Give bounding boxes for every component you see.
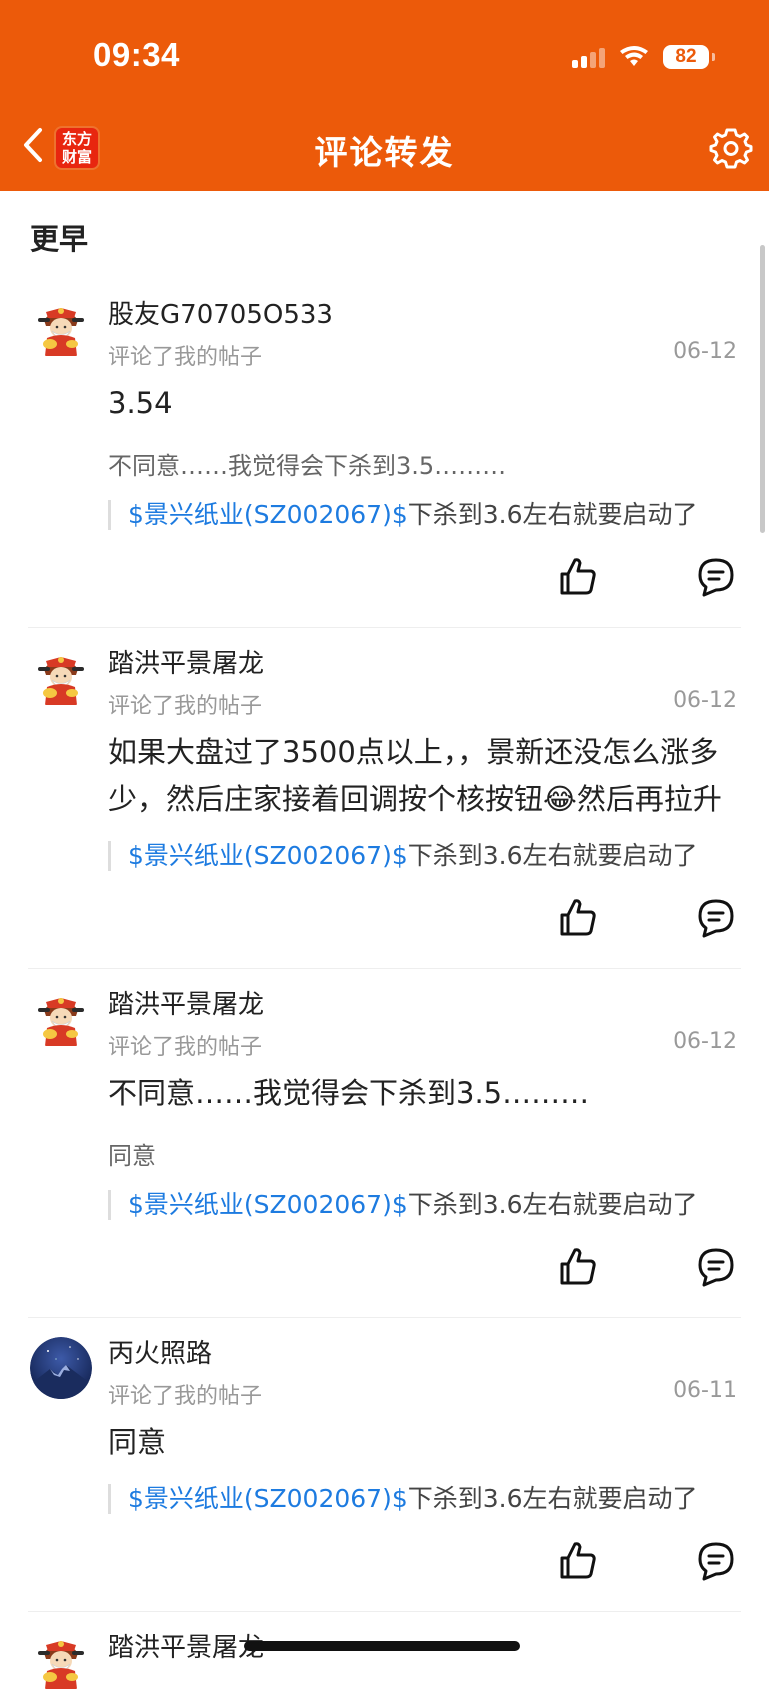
divider [28,968,741,969]
fortune-god-icon[interactable] [30,298,92,360]
reply-button[interactable] [694,555,738,599]
commenter-name[interactable]: 踏洪平景屠龙 [108,1627,264,1664]
settings-button[interactable] [709,126,753,170]
comment-action: 评论了我的帖子 [108,1384,263,1409]
comment-bubble-icon [698,558,734,597]
comment-content[interactable]: 同意 [108,1419,737,1466]
like-button[interactable] [556,1539,600,1583]
mountain-night-icon[interactable] [30,1337,92,1399]
scrollbar[interactable] [760,245,765,533]
comment-date: 06-11 [673,1378,737,1403]
divider [28,1611,741,1612]
commenter-name[interactable]: 踏洪平景屠龙 [108,984,264,1021]
status-icons: 82 [572,40,715,74]
comment-action: 评论了我的帖子 [108,1035,263,1060]
divider [28,627,741,628]
stock-link[interactable]: $景兴纸业(SZ002067)$ [128,500,408,529]
app-header: 09:34 82 东方 财富 评论转发 [0,0,769,191]
home-indicator[interactable] [244,1641,520,1651]
thumbs-up-icon [560,558,596,595]
comment-content[interactable]: 3.54 [108,380,737,427]
comment-sub: 同意 [108,1142,156,1170]
stock-link[interactable]: $景兴纸业(SZ002067)$ [128,1190,408,1219]
comment-bubble-icon [698,899,734,938]
comment-content[interactable]: 如果大盘过了3500点以上，，景新还没怎么涨多少，然后庄家接着回调按个核按钮😂然… [108,729,737,823]
fortune-god-icon[interactable] [30,988,92,1050]
fortune-god-icon[interactable] [30,1631,92,1693]
stock-link[interactable]: $景兴纸业(SZ002067)$ [128,1484,408,1513]
reply-button[interactable] [694,896,738,940]
section-title: 更早 [30,222,89,256]
quoted-text: 下杀到3.6左右就要启动了 [407,500,698,529]
wifi-icon [620,46,648,66]
quoted-post[interactable]: $景兴纸业(SZ002067)$下杀到3.6左右就要启动了 [108,1190,741,1220]
comment-bubble-icon [698,1248,734,1287]
divider [28,1317,741,1318]
comment-sub: 不同意……我觉得会下杀到3.5……… [108,452,507,480]
thumbs-up-icon [560,1542,596,1579]
reply-button[interactable] [694,1245,738,1289]
comment-action: 评论了我的帖子 [108,345,263,370]
quoted-text: 下杀到3.6左右就要启动了 [407,1190,698,1219]
like-button[interactable] [556,1245,600,1289]
battery-indicator: 82 [663,45,715,69]
reply-button[interactable] [694,1539,738,1583]
quoted-post[interactable]: $景兴纸业(SZ002067)$下杀到3.6左右就要启动了 [108,1484,741,1514]
thumbs-up-icon [560,1248,596,1285]
signal-icon [572,46,605,68]
status-time: 09:34 [93,36,180,73]
quoted-post[interactable]: $景兴纸业(SZ002067)$下杀到3.6左右就要启动了 [108,841,741,871]
comment-date: 06-12 [673,339,737,364]
thumbs-up-icon [560,899,596,936]
commenter-name[interactable]: 踏洪平景屠龙 [108,643,264,680]
comment-action: 评论了我的帖子 [108,694,263,719]
quoted-post[interactable]: $景兴纸业(SZ002067)$下杀到3.6左右就要启动了 [108,500,741,530]
quoted-text: 下杀到3.6左右就要启动了 [407,1484,698,1513]
page-title: 评论转发 [314,133,455,172]
commenter-name[interactable]: 丙火照路 [108,1333,212,1370]
like-button[interactable] [556,555,600,599]
fortune-god-icon[interactable] [30,647,92,709]
quoted-text: 下杀到3.6左右就要启动了 [407,841,698,870]
comment-date: 06-12 [673,1029,737,1054]
comment-content[interactable]: 不同意……我觉得会下杀到3.5……… [108,1070,737,1117]
comment-date: 06-12 [673,688,737,713]
gear-icon [709,128,753,169]
like-button[interactable] [556,896,600,940]
stock-link[interactable]: $景兴纸业(SZ002067)$ [128,841,408,870]
comment-bubble-icon [698,1542,734,1581]
commenter-name[interactable]: 股友G70705O533 [108,294,333,331]
